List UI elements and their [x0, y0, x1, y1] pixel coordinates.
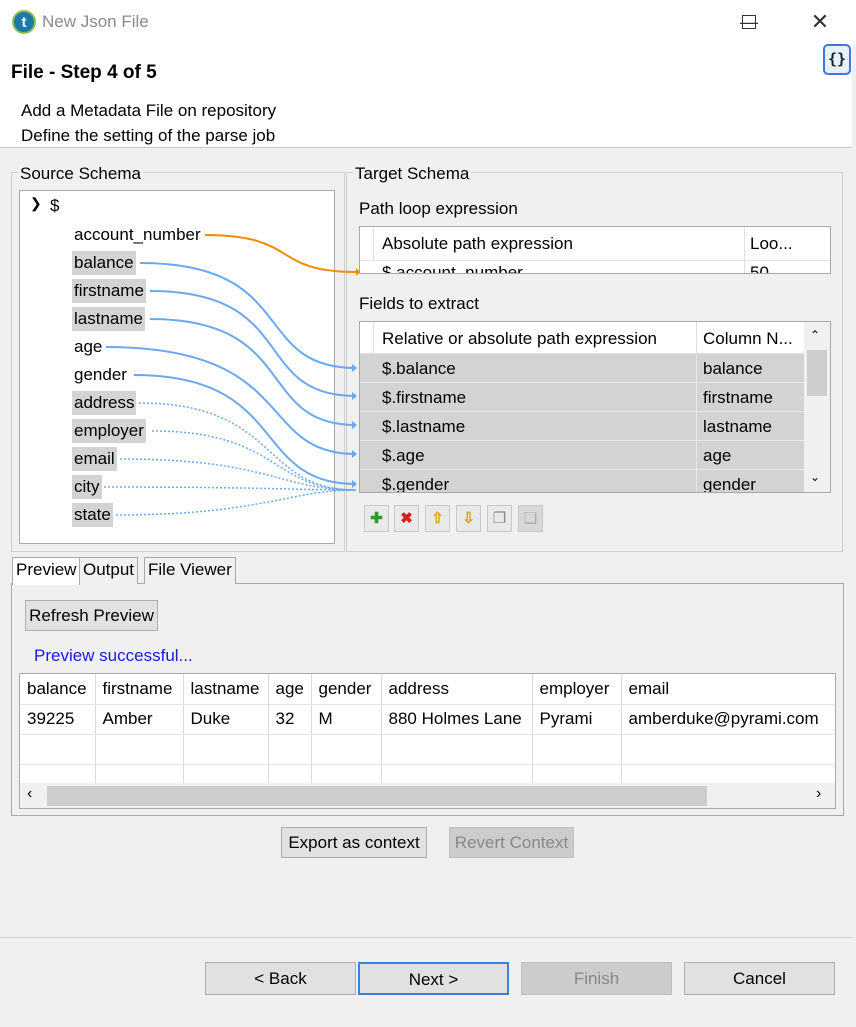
col-header[interactable]: lastname [183, 674, 269, 705]
tab-file-viewer[interactable]: File Viewer [144, 557, 236, 584]
arrow-loop [356, 268, 360, 276]
preview-data-row: 39225 Amber Duke 32 M 880 Holmes Lane Py… [20, 704, 835, 735]
preview-table[interactable]: balance firstname lastname age gender ad… [19, 673, 836, 809]
col-header[interactable]: gender [311, 674, 382, 705]
tab-preview[interactable]: Preview [12, 557, 81, 585]
back-button[interactable]: < Back [205, 962, 356, 995]
col-header[interactable]: firstname [95, 674, 184, 705]
finish-button: Finish [521, 962, 672, 995]
cell[interactable]: 39225 [20, 704, 96, 735]
preview-header-row: balance firstname lastname age gender ad… [20, 674, 835, 705]
col-header[interactable]: balance [20, 674, 96, 705]
cell[interactable]: Pyrami [532, 704, 622, 735]
link-address [138, 402, 357, 491]
cell[interactable]: 32 [268, 704, 312, 735]
link-loop [204, 234, 357, 273]
col-header[interactable]: employer [532, 674, 622, 705]
scroll-left-icon[interactable]: ‹ [27, 785, 32, 803]
cell[interactable]: M [311, 704, 382, 735]
next-button[interactable]: Next > [358, 962, 509, 995]
mapping-links [103, 234, 360, 516]
col-header[interactable]: email [621, 674, 835, 705]
revert-context-button: Revert Context [449, 827, 574, 858]
link-firstname [149, 290, 357, 397]
cell[interactable]: Duke [183, 704, 269, 735]
preview-hscrollbar[interactable]: ‹ › [20, 783, 835, 808]
tab-output[interactable]: Output [79, 557, 139, 584]
refresh-preview-button[interactable]: Refresh Preview [25, 600, 158, 631]
preview-empty-row [20, 734, 835, 765]
link-lastname [149, 318, 357, 426]
export-context-button[interactable]: Export as context [281, 827, 427, 858]
cell[interactable]: 880 Holmes Lane [381, 704, 533, 735]
col-header[interactable]: address [381, 674, 533, 705]
cell[interactable]: amberduke@pyrami.com [621, 704, 835, 735]
hscroll-thumb[interactable] [47, 786, 707, 806]
cancel-button[interactable]: Cancel [684, 962, 835, 995]
col-header[interactable]: age [268, 674, 312, 705]
link-state [115, 489, 357, 516]
link-age [105, 346, 357, 455]
footer-divider [0, 937, 852, 938]
preview-status: Preview successful... [34, 646, 193, 665]
cell[interactable]: Amber [95, 704, 184, 735]
scroll-right-icon[interactable]: › [816, 785, 821, 803]
